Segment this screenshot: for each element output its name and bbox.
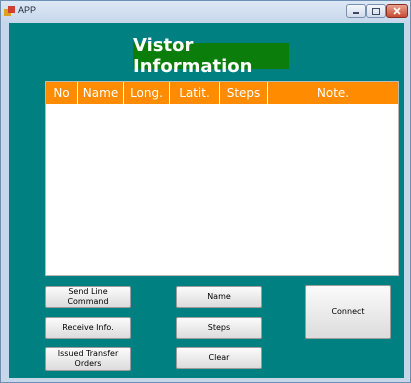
window-title: APP (18, 5, 37, 15)
table-header: No Name Long. Latit. Steps Note. (46, 82, 398, 104)
column-header-note[interactable]: Note. (268, 82, 398, 104)
clear-button[interactable]: Clear (176, 347, 262, 369)
column-header-steps[interactable]: Steps (220, 82, 268, 104)
minimize-icon (353, 12, 359, 14)
maximize-icon (372, 7, 380, 15)
column-header-name[interactable]: Name (78, 82, 124, 104)
close-icon (393, 7, 401, 15)
maximize-button[interactable] (366, 4, 386, 18)
app-window: APP Vistor Information No Name Long. Lat… (0, 0, 411, 383)
steps-button[interactable]: Steps (176, 317, 262, 339)
client-area: Vistor Information No Name Long. Latit. … (9, 23, 404, 378)
visitor-table[interactable]: No Name Long. Latit. Steps Note. (45, 81, 399, 276)
minimize-button[interactable] (346, 4, 366, 18)
send-line-command-button[interactable]: Send Line Command (45, 286, 131, 308)
title-bar[interactable]: APP (1, 1, 410, 23)
issued-transfer-orders-button[interactable]: Issued Transfer Orders (45, 347, 131, 371)
page-title: Vistor Information (133, 35, 289, 77)
close-button[interactable] (386, 4, 408, 18)
receive-info-button[interactable]: Receive Info. (45, 317, 131, 339)
column-header-latitude[interactable]: Latit. (170, 82, 220, 104)
connect-button[interactable]: Connect (305, 285, 391, 339)
column-header-longitude[interactable]: Long. (124, 82, 170, 104)
column-header-no[interactable]: No (46, 82, 78, 104)
app-icon (4, 6, 15, 16)
name-button[interactable]: Name (176, 286, 262, 308)
